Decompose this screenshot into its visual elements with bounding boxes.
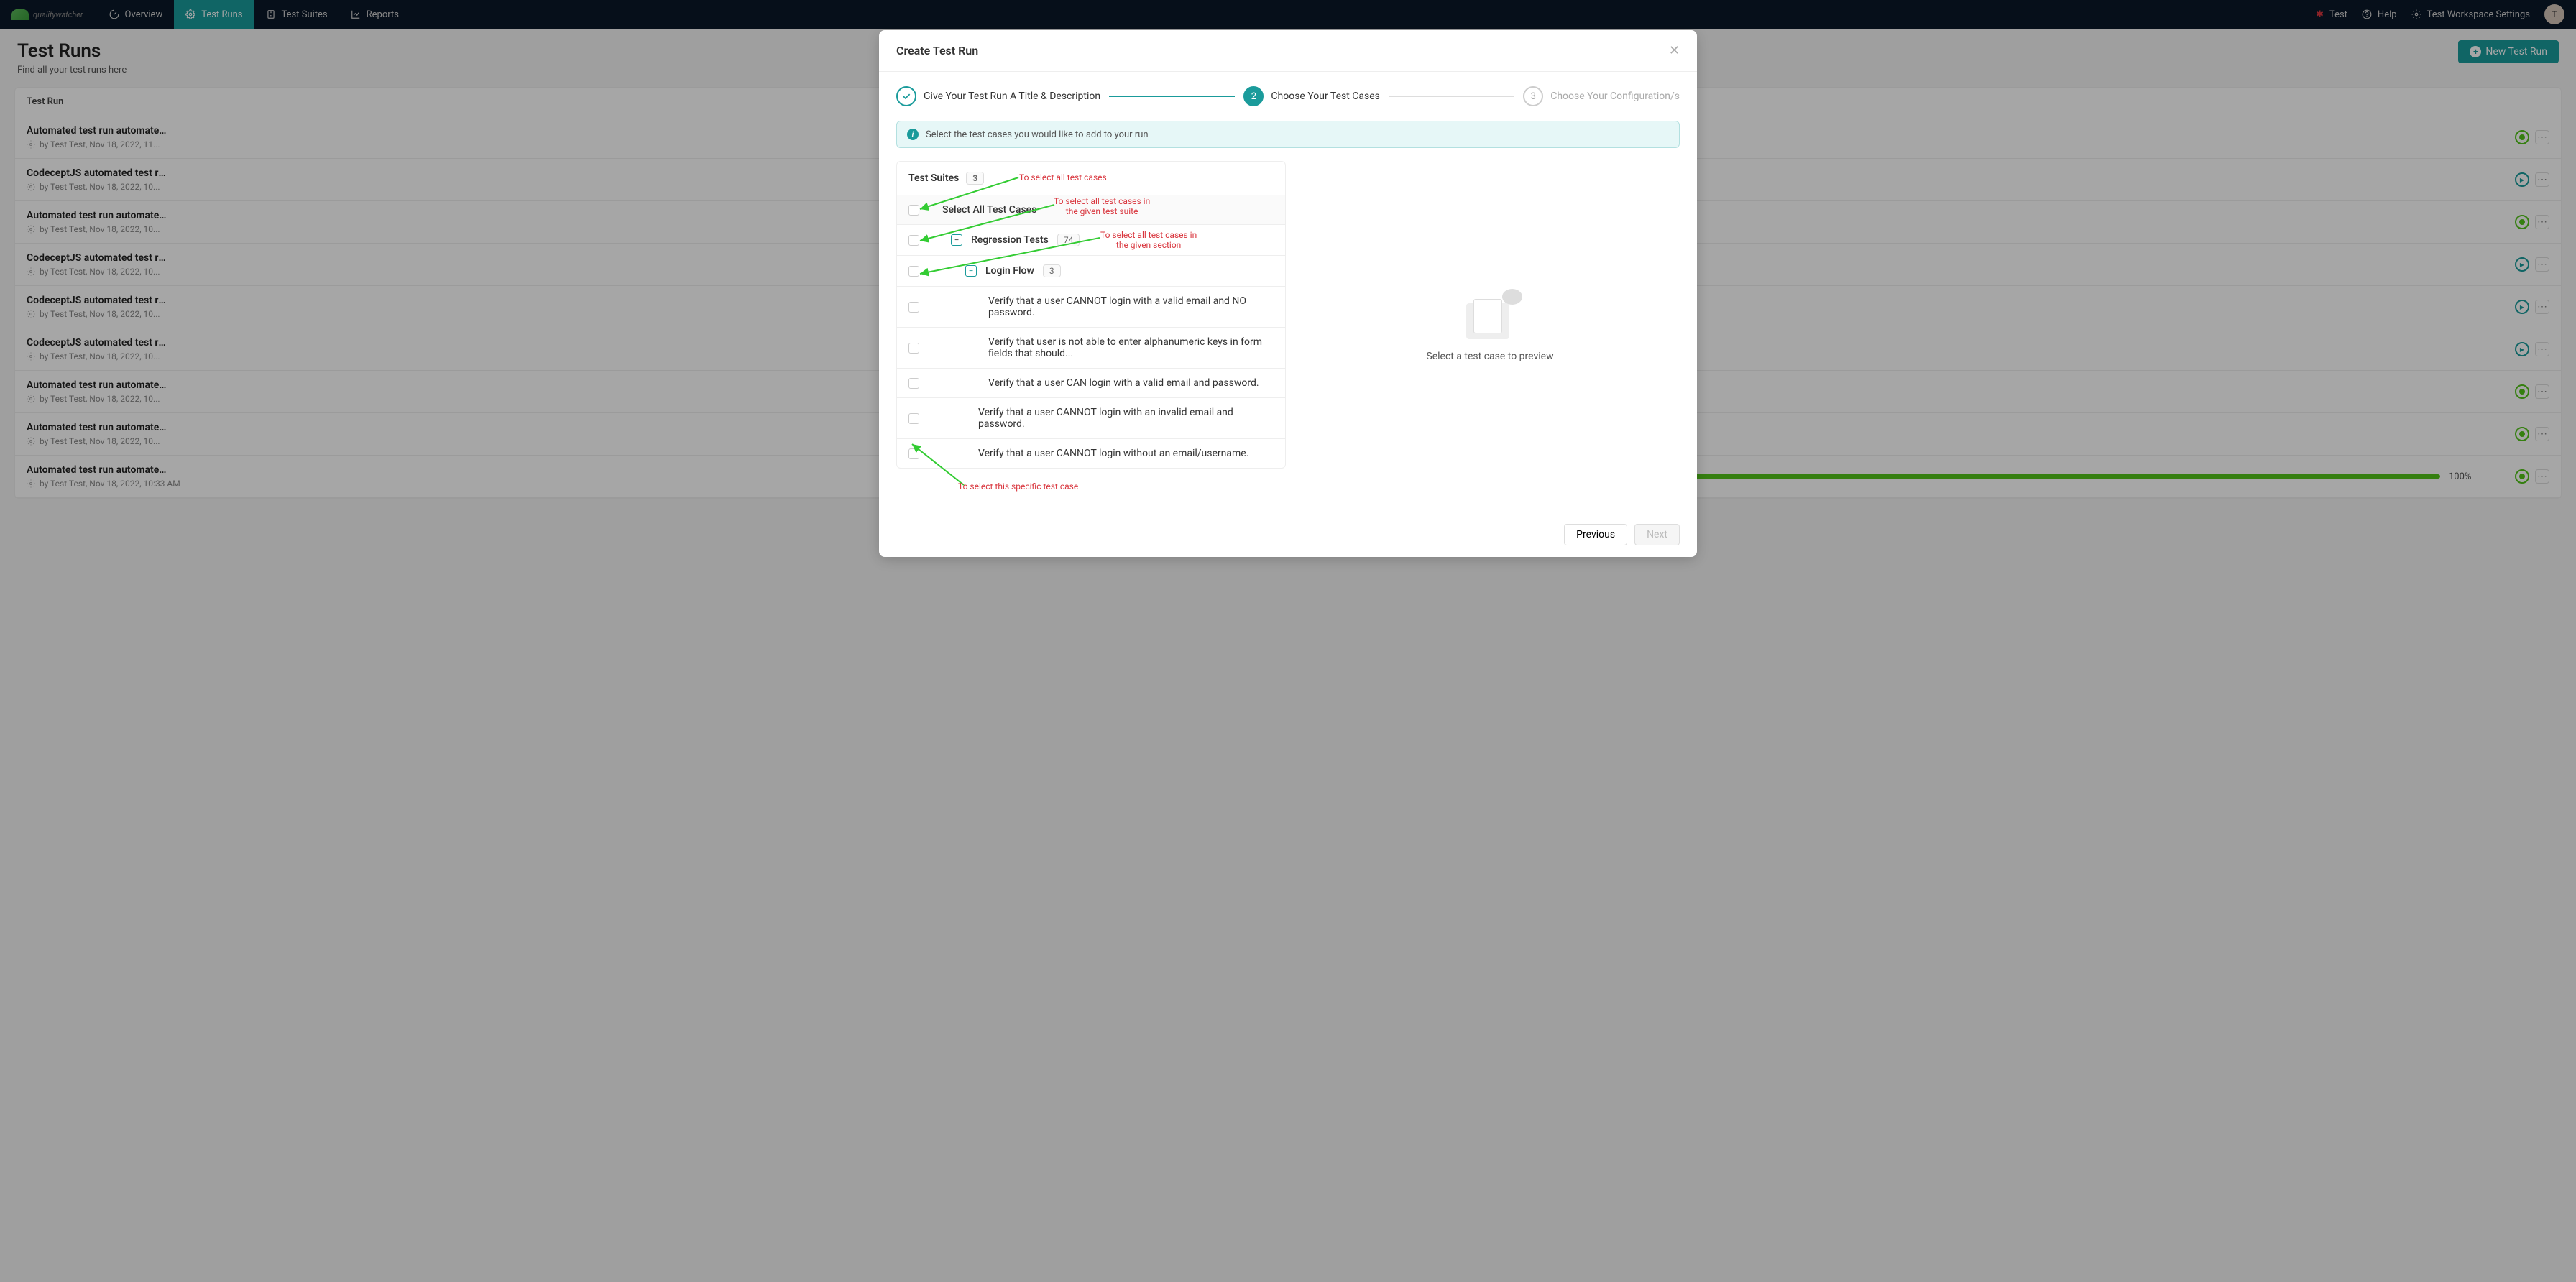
- annotation-4: To select this specific test case: [958, 481, 1078, 492]
- wizard-steps: Give Your Test Run A Title & Description…: [896, 86, 1680, 106]
- step-3: 3 Choose Your Configuration/s: [1523, 86, 1680, 106]
- modal-footer: Previous Next: [879, 512, 1697, 557]
- case-label: Verify that user is not able to enter al…: [928, 336, 1274, 359]
- test-case-row[interactable]: Verify that a user CANNOT login without …: [897, 438, 1285, 468]
- previous-button[interactable]: Previous: [1564, 524, 1627, 545]
- info-box: i Select the test cases you would like t…: [896, 121, 1680, 148]
- case-label: Verify that a user CANNOT login with a v…: [928, 295, 1274, 318]
- info-text: Select the test cases you would like to …: [926, 129, 1149, 140]
- collapse-icon[interactable]: −: [951, 234, 962, 246]
- modal-header: Create Test Run ✕: [879, 30, 1697, 72]
- case-checkbox[interactable]: [908, 302, 919, 313]
- test-case-row[interactable]: Verify that user is not able to enter al…: [897, 327, 1285, 368]
- suites-title: Test Suites: [908, 172, 959, 184]
- step-line-1: [1109, 96, 1235, 97]
- select-all-label: Select All Test Cases: [942, 204, 1036, 216]
- step-1-circle: [896, 86, 916, 106]
- suite-label: Regression Tests: [971, 234, 1049, 246]
- collapse-icon[interactable]: −: [965, 265, 977, 277]
- create-test-run-modal: Create Test Run ✕ Give Your Test Run A T…: [879, 30, 1697, 557]
- step-1: Give Your Test Run A Title & Description: [896, 86, 1100, 106]
- preview-panel: Select a test case to preview: [1300, 161, 1680, 469]
- close-icon[interactable]: ✕: [1669, 43, 1680, 58]
- preview-text: Select a test case to preview: [1426, 351, 1553, 362]
- modal-body: Give Your Test Run A Title & Description…: [879, 72, 1697, 512]
- section-count: 3: [1043, 264, 1061, 277]
- step-line-2: [1389, 96, 1514, 97]
- step-2-label: Choose Your Test Cases: [1271, 91, 1380, 102]
- step-2-circle: 2: [1243, 86, 1264, 106]
- step-3-circle: 3: [1523, 86, 1543, 106]
- modal-title: Create Test Run: [896, 44, 978, 57]
- annotation-1: To select all test cases: [1019, 172, 1107, 183]
- suites-count: 3: [966, 172, 984, 185]
- suite-row: − Regression Tests 74: [897, 224, 1285, 255]
- check-icon: [901, 91, 911, 101]
- case-checkbox[interactable]: [908, 378, 919, 389]
- step-3-label: Choose Your Configuration/s: [1550, 91, 1680, 102]
- step-1-label: Give Your Test Run A Title & Description: [924, 91, 1100, 102]
- step-2: 2 Choose Your Test Cases: [1243, 86, 1380, 106]
- modal-columns: Test Suites 3 Select All Test Cases − Re…: [896, 161, 1680, 469]
- select-all-checkbox[interactable]: [908, 205, 919, 216]
- suite-checkbox[interactable]: [908, 235, 919, 246]
- test-case-row[interactable]: Verify that a user CANNOT login with an …: [897, 397, 1285, 438]
- case-checkbox[interactable]: [908, 448, 919, 459]
- annotation-2: To select all test cases in the given te…: [1054, 196, 1150, 216]
- section-row: − Login Flow 3: [897, 255, 1285, 286]
- info-icon: i: [907, 129, 919, 140]
- modal-overlay: Create Test Run ✕ Give Your Test Run A T…: [0, 0, 2576, 1282]
- section-checkbox[interactable]: [908, 266, 919, 277]
- preview-illustration: [1458, 289, 1522, 339]
- next-button[interactable]: Next: [1634, 524, 1680, 545]
- case-label: Verify that a user CANNOT login with an …: [928, 407, 1274, 430]
- test-case-row[interactable]: Verify that a user CAN login with a vali…: [897, 368, 1285, 397]
- case-label: Verify that a user CANNOT login without …: [928, 448, 1274, 459]
- test-case-row[interactable]: Verify that a user CANNOT login with a v…: [897, 286, 1285, 327]
- case-checkbox[interactable]: [908, 343, 919, 354]
- suite-count: 74: [1057, 234, 1080, 246]
- case-label: Verify that a user CAN login with a vali…: [928, 377, 1274, 389]
- case-checkbox[interactable]: [908, 413, 919, 424]
- annotation-3: To select all test cases in the given se…: [1100, 230, 1197, 250]
- section-label: Login Flow: [985, 265, 1034, 277]
- test-suites-panel: Test Suites 3 Select All Test Cases − Re…: [896, 161, 1286, 469]
